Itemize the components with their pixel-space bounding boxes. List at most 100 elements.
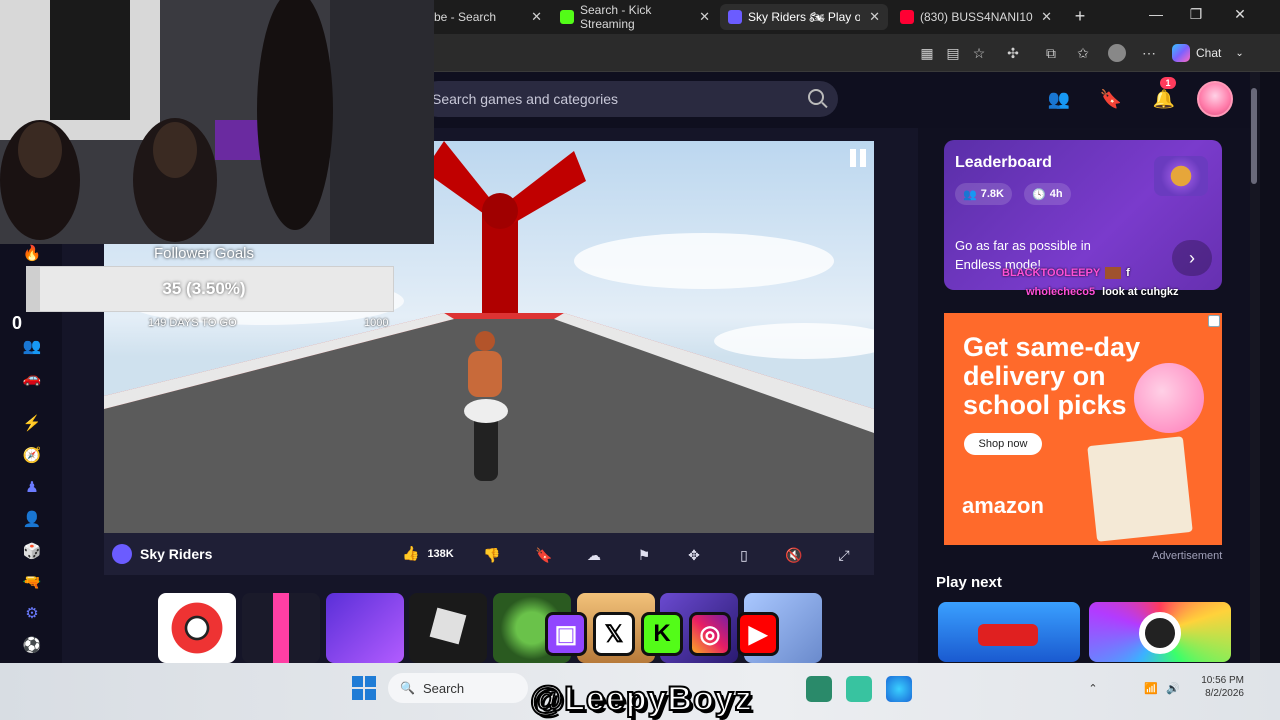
reader-icon[interactable]: ▤ [944, 44, 962, 62]
game-thumb-pokemon[interactable] [158, 593, 236, 663]
x-icon: 𝕏 [593, 612, 635, 656]
scrollbar-thumb[interactable] [1251, 88, 1257, 184]
gamepad-icon[interactable]: ✥ [684, 545, 704, 565]
webcam-overlay [0, 0, 434, 244]
mute-icon[interactable]: 🔇 [784, 545, 804, 565]
close-icon[interactable]: ✕ [531, 9, 542, 25]
cloud-save-icon[interactable]: ☁ [584, 545, 604, 565]
apps-icon[interactable]: ▦ [918, 44, 936, 62]
compass-icon[interactable]: 🧭 [22, 446, 42, 466]
discord-icon[interactable] [846, 676, 872, 702]
avatar[interactable] [1197, 81, 1233, 117]
kick-icon: K [641, 612, 683, 656]
multiplayer-icon[interactable]: 👥 [22, 337, 42, 357]
dice-icon[interactable]: 🎲 [22, 542, 42, 562]
taskbar-search[interactable]: 🔍 Search [388, 673, 528, 703]
players-count: 7.8K [980, 188, 1004, 200]
amazon-ad[interactable]: Get same-day delivery on school picks Sh… [944, 313, 1222, 545]
close-icon[interactable]: ✕ [869, 9, 880, 25]
person-icon[interactable]: 👤 [22, 510, 42, 530]
friends-icon[interactable]: 👥 [1046, 86, 1072, 112]
profile-icon[interactable] [1108, 44, 1126, 62]
lightning-icon[interactable]: ⚡ [22, 414, 42, 434]
favorites-icon[interactable]: ✩ [1074, 44, 1092, 62]
time-pill: 🕓 4h [1024, 183, 1071, 205]
puzzle-icon[interactable]: ♟ [22, 478, 42, 498]
game-thumb-makeover[interactable] [242, 593, 320, 663]
play-next-jump-master[interactable] [938, 602, 1080, 662]
more-icon[interactable]: ⋯ [1140, 44, 1158, 62]
ad-headline: Get same-day delivery on school picks [963, 332, 1141, 420]
chevron-down-icon: ⌄ [1235, 47, 1244, 59]
fullscreen-icon[interactable]: ⤢ [834, 545, 854, 565]
instagram-icon: ◎ [689, 612, 731, 656]
maximize-button[interactable]: ❐ [1184, 6, 1208, 26]
notebook-image [1087, 436, 1193, 542]
chevron-up-icon[interactable]: ⌃ [1086, 682, 1100, 696]
close-window-button[interactable]: ✕ [1228, 6, 1252, 26]
fire-icon[interactable]: 🔥 [22, 244, 42, 264]
car-icon[interactable]: 🚗 [22, 369, 42, 389]
tab-label: Sky Riders 🏍 Play on C [748, 10, 860, 24]
volume-icon[interactable]: 🔊 [1166, 682, 1180, 696]
thumbs-up-icon: 👍 [402, 545, 420, 561]
mobile-icon[interactable]: ▯ [734, 545, 754, 565]
chevron-right-icon[interactable]: › [1172, 240, 1212, 276]
app-icon[interactable] [806, 676, 832, 702]
edge-icon[interactable] [886, 676, 912, 702]
copilot-chat-button[interactable]: Chat ⌄ [1172, 41, 1244, 65]
shop-now-button[interactable]: Shop now [964, 433, 1042, 455]
players-pill: 👥 7.8K [955, 183, 1012, 205]
taskbar-clock[interactable]: 10:56 PM 8/2/2026 [1196, 674, 1244, 700]
chat-user: wholecheco5 [1026, 286, 1096, 298]
new-tab-button[interactable]: + [1068, 6, 1092, 26]
follower-goals-title: Follower Goals [153, 245, 255, 262]
wifi-icon[interactable]: 📶 [1144, 682, 1158, 696]
minimize-button[interactable]: — [1144, 6, 1168, 26]
bookmark-icon[interactable]: 🔖 [534, 545, 554, 565]
tab-label: be - Search [434, 10, 497, 24]
favorite-star-icon[interactable]: ☆ [970, 44, 988, 62]
bell-icon[interactable]: 🔔 [1151, 86, 1177, 112]
game-thumb-roblox[interactable] [409, 593, 487, 663]
chat-message: BLACKTOOLEEPY f [1002, 267, 1130, 280]
webcam-feed [0, 0, 434, 244]
windows-start-icon[interactable] [352, 676, 376, 700]
youtube-icon [900, 10, 914, 24]
tab-search[interactable]: be - Search ✕ [426, 4, 550, 30]
tab-kick[interactable]: Search - Kick Streaming ✕ [552, 3, 718, 31]
twitch-icon: ▣ [545, 612, 587, 656]
time-value: 4h [1049, 188, 1063, 200]
play-next-heading: Play next [936, 574, 1002, 591]
game-thumb-tiles[interactable] [326, 593, 404, 663]
split-screen-icon[interactable]: ⧉ [1042, 44, 1060, 62]
streamer-handle: @LeepyBoyz [529, 679, 753, 719]
chat-label: Chat [1196, 46, 1222, 60]
search-icon[interactable] [808, 89, 824, 105]
bookmark-icon[interactable]: 🔖 [1098, 86, 1124, 112]
tab-youtube[interactable]: (830) BUSS4NANI10 x F ✕ [892, 4, 1060, 30]
game-title: Sky Riders [140, 546, 213, 562]
ball-icon[interactable]: ⚽ [22, 636, 42, 656]
adchoices-icon[interactable] [1208, 315, 1220, 327]
like-button[interactable]: 👍 138K [402, 545, 454, 562]
close-icon[interactable]: ✕ [699, 9, 710, 25]
chat-message: wholecheco5 look at cuhgkz [1026, 286, 1179, 298]
rail-counter: 0 [12, 313, 23, 333]
play-next-3d-tunnel[interactable] [1089, 602, 1231, 662]
tab-label: (830) BUSS4NANI10 x F [920, 10, 1035, 24]
search-input[interactable]: Search games and categories [420, 81, 838, 117]
extensions-icon[interactable]: ✣ [1004, 44, 1022, 62]
close-icon[interactable]: ✕ [1041, 9, 1052, 25]
leaderboard-title: Leaderboard [955, 154, 1052, 171]
advertisement-label: Advertisement [1152, 550, 1223, 562]
tab-sky-riders[interactable]: Sky Riders 🏍 Play on C ✕ [720, 4, 888, 30]
social-banner: ▣ 𝕏 K ◎ ▶ [545, 612, 779, 656]
steering-icon[interactable]: ⚙ [22, 604, 42, 624]
thumbs-down-icon[interactable]: 👎 [482, 545, 502, 565]
report-icon[interactable]: ⚑ [634, 545, 654, 565]
pause-icon[interactable] [850, 149, 868, 169]
like-count: 138K [427, 547, 454, 560]
tab-label: Search - Kick Streaming [580, 3, 652, 31]
shooter-icon[interactable]: 🔫 [22, 573, 42, 593]
